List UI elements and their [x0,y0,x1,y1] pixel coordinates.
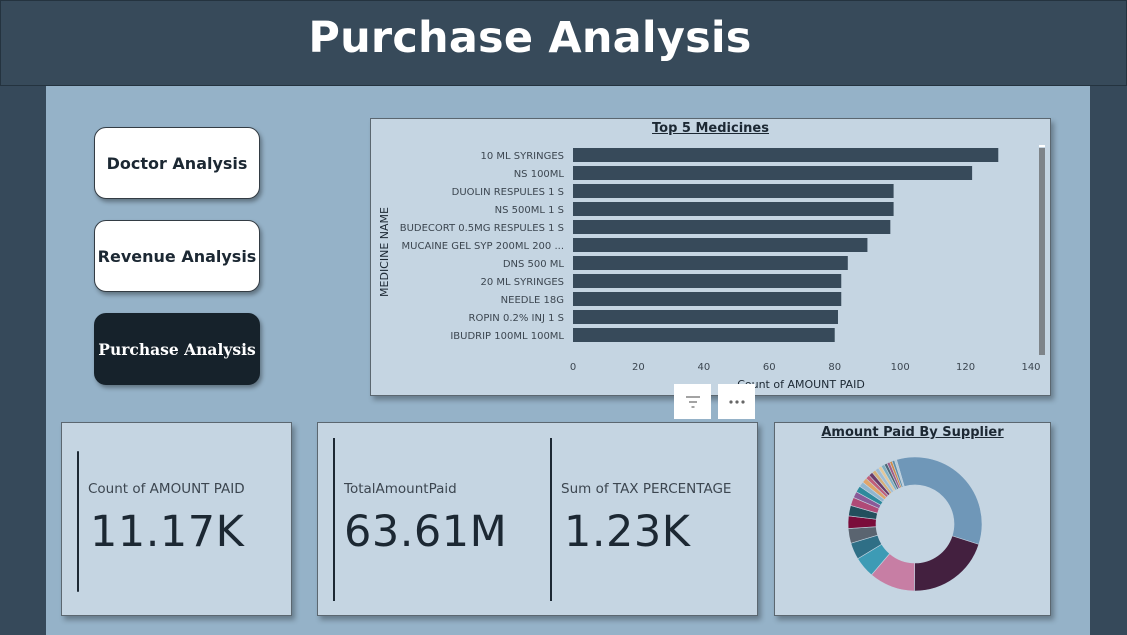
bar-category-label: IBUDRIP 100ML 100ML [450,331,564,342]
bar-category-label: 10 ML SYRINGES [480,151,564,162]
count-kpi-label: Count of AMOUNT PAID [88,481,245,497]
kpi-divider-left [333,438,335,601]
bar[interactable] [573,274,842,288]
bar[interactable] [573,166,973,180]
bar[interactable] [573,256,848,270]
bar[interactable] [573,292,842,306]
bar[interactable] [573,238,868,252]
bar-category-label: NS 100ML [514,169,565,180]
x-tick-label: 100 [891,362,910,373]
x-tick-label: 80 [828,362,841,373]
donut-slice[interactable] [914,535,980,592]
chart-scrollbar[interactable] [1039,148,1045,355]
bar-category-label: DNS 500 ML [503,259,565,270]
purchase-analysis-button[interactable]: Purchase Analysis [94,313,260,385]
bar-chart-plot: MEDICINE NAME Count of AMOUNT PAID 10 ML… [378,145,1045,391]
filter-icon[interactable] [674,384,711,419]
bar[interactable] [573,220,891,234]
bar[interactable] [573,328,835,342]
bar-category-label: BUDECORT 0.5MG RESPULES 1 S [400,223,564,234]
total-amount-value: 63.61M [344,507,508,557]
more-options-icon[interactable] [718,384,755,419]
bar[interactable] [573,310,838,324]
bar-category-label: MUCAINE GEL SYP 200ML 200 ... [402,241,564,252]
x-axis-label: Count of AMOUNT PAID [737,378,865,391]
revenue-analysis-button[interactable]: Revenue Analysis [94,220,260,292]
top-medicines-chart[interactable]: Top 5 Medicines MEDICINE NAME Count of A… [370,118,1051,396]
bar[interactable] [573,184,894,198]
bar-category-label: ROPIN 0.2% INJ 1 S [469,313,565,324]
donut-slice[interactable] [896,456,983,545]
bar-category-label: DUOLIN RESPULES 1 S [452,187,564,198]
bar[interactable] [573,202,894,216]
kpi-divider-middle [550,438,552,601]
total-amount-label: TotalAmountPaid [344,481,457,497]
doctor-analysis-button[interactable]: Doctor Analysis [94,127,260,199]
count-kpi-value: 11.17K [90,507,245,557]
bar[interactable] [573,148,999,162]
x-tick-label: 60 [763,362,776,373]
bar-category-label: 20 ML SYRINGES [480,277,564,288]
x-tick-label: 40 [697,362,710,373]
amount-tax-kpi-card[interactable]: TotalAmountPaid 63.61M Sum of TAX PERCEN… [317,422,758,616]
tax-percentage-value: 1.23K [564,507,691,557]
x-tick-label: 120 [956,362,975,373]
supplier-donut-chart[interactable]: Amount Paid By Supplier [774,422,1051,616]
x-tick-label: 20 [632,362,645,373]
x-tick-label: 0 [570,362,576,373]
count-kpi-card[interactable]: Count of AMOUNT PAID 11.17K [61,422,292,616]
page-title: Purchase Analysis [308,13,752,63]
header-bar: Purchase Analysis [0,0,1127,86]
bar-category-label: NEEDLE 18G [501,295,564,306]
chart-scrollbar-cap [1039,145,1045,147]
y-axis-label: MEDICINE NAME [378,207,391,297]
tax-percentage-label: Sum of TAX PERCENTAGE [561,481,732,497]
kpi-accent-bar [77,451,79,592]
bar-category-label: NS 500ML 1 S [495,205,564,216]
donut-plot [847,456,983,592]
x-tick-label: 140 [1021,362,1040,373]
